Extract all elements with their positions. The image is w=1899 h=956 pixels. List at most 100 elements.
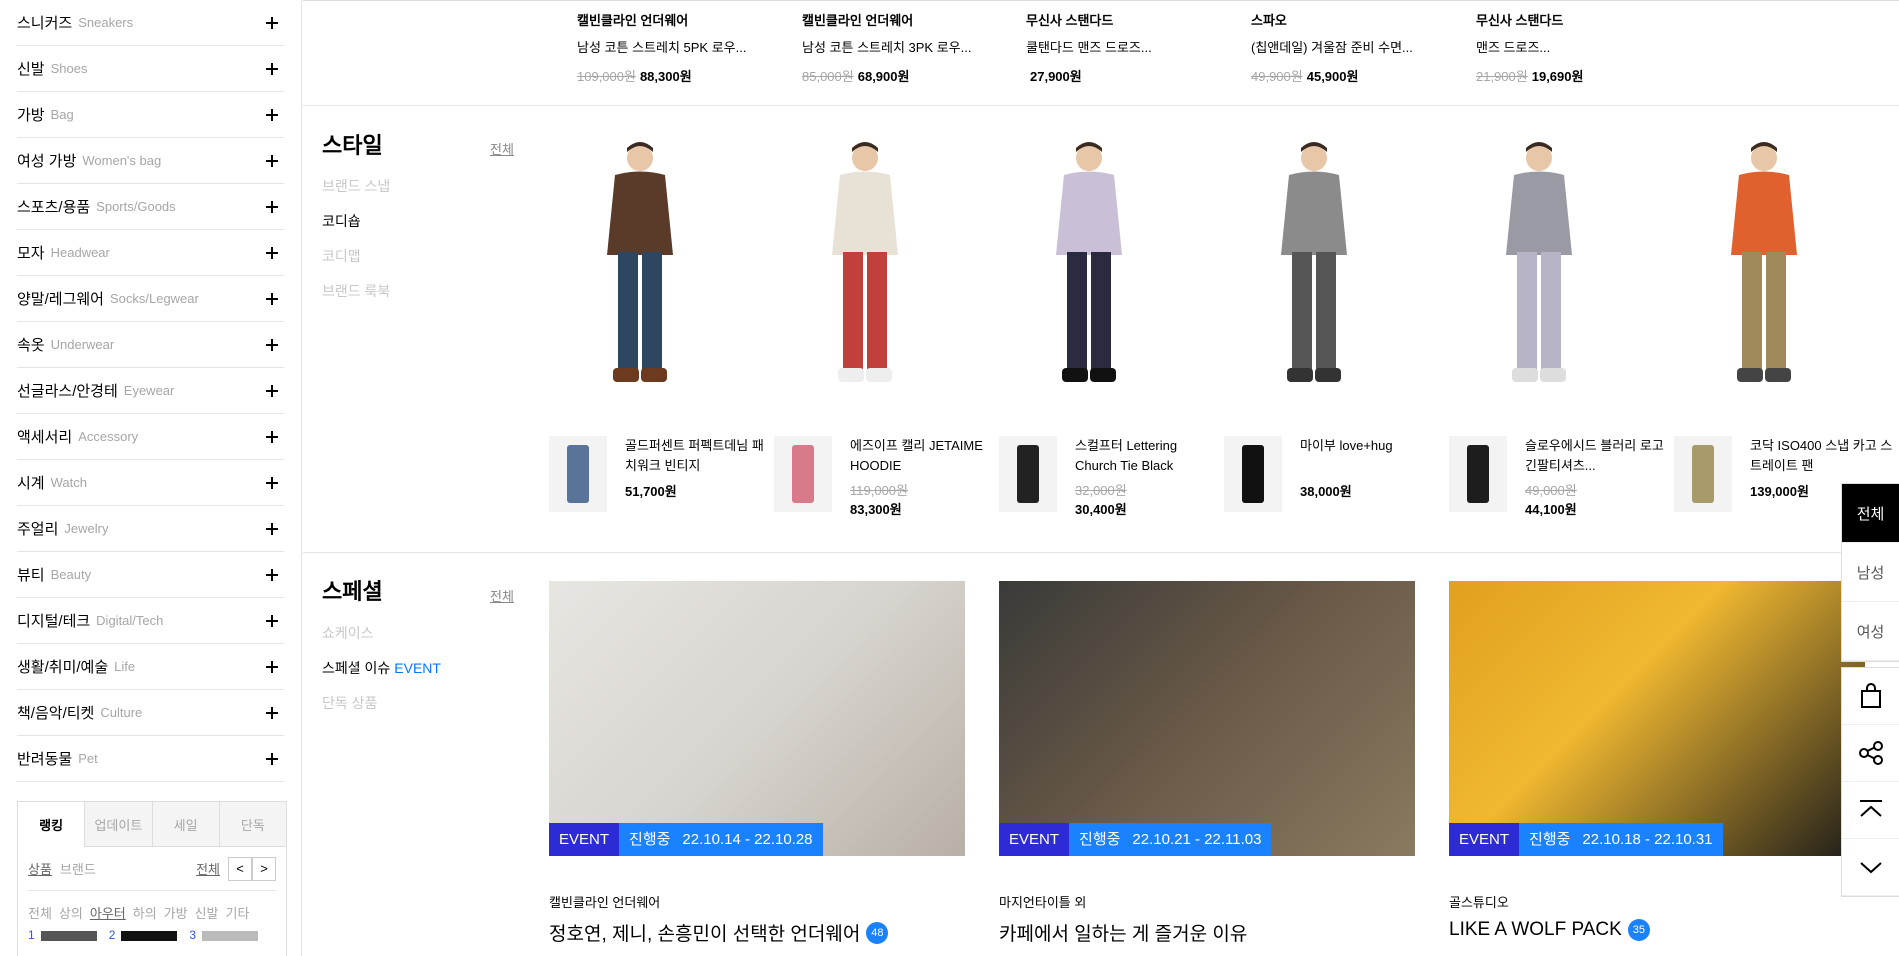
top-product-card[interactable]: 캘빈클라인 언더웨어 남성 코튼 스트레치 5PK 로우... 109,000원 88… <box>577 10 777 85</box>
rank-filter[interactable]: 상의 <box>59 903 83 922</box>
rank-all-link[interactable]: 전체 <box>196 859 220 878</box>
main-content: 캘빈클라인 언더웨어 남성 코튼 스트레치 5PK 로우... 109,000원 88… <box>303 0 1899 956</box>
product-brand: 캘빈클라인 언더웨어 <box>577 13 689 28</box>
rank-next-button[interactable]: > <box>252 856 276 881</box>
category-item[interactable]: 스포츠/용품 Sports/Goods <box>17 184 284 230</box>
style-menu-codishop[interactable]: 코디숍 <box>322 211 390 246</box>
style-menu-lookbook[interactable]: 브랜드 룩북 <box>322 281 390 316</box>
special-menu-issue[interactable]: 스페셜 이슈 EVENT <box>322 658 441 693</box>
rank-filter[interactable]: 가방 <box>164 903 188 922</box>
category-item[interactable]: 디지털/테크 Digital/Tech <box>17 598 284 644</box>
category-item[interactable]: 모자 Headwear <box>17 230 284 276</box>
product-name: 남성 코튼 스트레치 3PK 로우... <box>802 40 972 55</box>
category-name-en: Shoes <box>50 61 88 76</box>
expand-plus-icon[interactable] <box>266 292 278 305</box>
expand-plus-icon[interactable] <box>266 62 278 75</box>
category-item[interactable]: 액세서리 Accessory <box>17 414 284 460</box>
gender-female-button[interactable]: 여성 <box>1842 602 1899 661</box>
category-name-en: Sports/Goods <box>96 199 176 214</box>
category-name: 모자 <box>17 245 45 262</box>
special-event-card[interactable]: EVENT 진행중 22.10.21 - 22.11.03 마지언타이틀 외 카페에서 … <box>999 581 1415 946</box>
category-item[interactable]: 주얼리 Jewelry <box>17 506 284 552</box>
expand-plus-icon[interactable] <box>266 522 278 535</box>
category-item[interactable]: 책/음악/티켓 Culture <box>17 690 284 736</box>
cart-icon[interactable] <box>1842 668 1899 725</box>
category-item[interactable]: 양말/레그웨어 Socks/Legwear <box>17 276 284 322</box>
style-product-card[interactable]: 에즈이프 캘리 JETAIME HOODIE 119,000원 83,300원 <box>774 436 994 520</box>
expand-plus-icon[interactable] <box>266 16 278 29</box>
expand-plus-icon[interactable] <box>266 476 278 489</box>
expand-plus-icon[interactable] <box>266 108 278 121</box>
category-item[interactable]: 스니커즈 Sneakers <box>17 0 284 46</box>
product-thumbnail <box>999 436 1057 512</box>
style-model-image[interactable] <box>1259 140 1369 400</box>
expand-plus-icon[interactable] <box>266 568 278 581</box>
rank-filter[interactable]: 하의 <box>133 903 157 922</box>
tab-exclusive[interactable]: 단독 <box>218 802 286 847</box>
special-menu-showcase[interactable]: 쇼케이스 <box>322 623 441 658</box>
style-menu-brand-snap[interactable]: 브랜드 스냅 <box>322 176 390 211</box>
expand-plus-icon[interactable] <box>266 200 278 213</box>
gender-male-button[interactable]: 남성 <box>1842 543 1899 602</box>
special-all-link[interactable]: 전체 <box>490 586 514 605</box>
category-item[interactable]: 가방 Bag <box>17 92 284 138</box>
top-product-card[interactable]: 무신사 스탠다드 맨즈 드로즈... 21,900원 19,690원 <box>1476 10 1676 85</box>
rank-item[interactable]: 3 <box>189 928 259 942</box>
product-name: 쿨탠다드 맨즈 드로즈... <box>1026 40 1152 55</box>
category-item[interactable]: 반려동물 Pet <box>17 736 284 782</box>
tab-update[interactable]: 업데이트 <box>84 802 152 847</box>
rank-item[interactable]: 2 <box>109 928 178 942</box>
category-item[interactable]: 생활/취미/예술 Life <box>17 644 284 690</box>
product-name: 남성 코튼 스트레치 5PK 로우... <box>577 40 747 55</box>
tab-ranking[interactable]: 랭킹 <box>18 802 85 847</box>
rank-filter[interactable]: 기타 <box>226 903 250 922</box>
category-item[interactable]: 뷰티 Beauty <box>17 552 284 598</box>
style-product-card[interactable]: 골드퍼센트 퍼펙트데님 패치워크 빈티지 51,700원 <box>549 436 769 512</box>
special-event-card[interactable]: EVENT 진행중 22.10.14 - 22.10.28 캘빈클라인 언더웨어 정호연… <box>549 581 965 946</box>
rank-item[interactable]: 1 <box>28 928 97 942</box>
expand-plus-icon[interactable] <box>266 752 278 765</box>
expand-plus-icon[interactable] <box>266 660 278 673</box>
expand-plus-icon[interactable] <box>266 706 278 719</box>
scroll-top-icon[interactable] <box>1842 782 1899 839</box>
share-icon[interactable] <box>1842 725 1899 782</box>
gender-all-button[interactable]: 전체 <box>1842 484 1899 543</box>
category-item[interactable]: 선글라스/안경테 Eyewear <box>17 368 284 414</box>
style-model-image[interactable] <box>585 140 695 400</box>
rank-prev-button[interactable]: < <box>228 856 252 881</box>
top-product-card[interactable]: 스파오 (칩앤데일) 겨울잠 준비 수면... 49,900원 45,900원 <box>1251 10 1451 85</box>
category-item[interactable]: 여성 가방 Women's bag <box>17 138 284 184</box>
top-product-card[interactable]: 무신사 스탠다드 쿨탠다드 맨즈 드로즈... 27,900원 <box>1026 10 1226 85</box>
expand-plus-icon[interactable] <box>266 430 278 443</box>
style-model-image[interactable] <box>810 140 920 400</box>
style-model-image[interactable] <box>1034 140 1144 400</box>
special-event-card[interactable]: EVENT 진행중 22.10.18 - 22.10.31 골스튜디오 LIKE A W… <box>1449 581 1865 941</box>
rank-product-toggle[interactable]: 상품 <box>28 859 52 878</box>
top-product-card[interactable]: 캘빈클라인 언더웨어 남성 코튼 스트레치 3PK 로우... 85,000원 68,… <box>802 10 1002 85</box>
category-item[interactable]: 신발 Shoes <box>17 46 284 92</box>
event-badge: EVENT 진행중 22.10.18 - 22.10.31 <box>1449 823 1723 856</box>
style-product-card[interactable]: 슬로우에시드 블러리 로고 긴팔티셔츠... 49,000원 44,100원 <box>1449 436 1669 520</box>
style-product-card[interactable]: 스컬프터 Lettering Church Tie Black 32,000원 30… <box>999 436 1219 520</box>
sale-price: 51,700원 <box>625 484 677 499</box>
category-item[interactable]: 시계 Watch <box>17 460 284 506</box>
special-menu-exclusive[interactable]: 단독 상품 <box>322 693 441 728</box>
expand-plus-icon[interactable] <box>266 246 278 259</box>
expand-plus-icon[interactable] <box>266 614 278 627</box>
rank-filter[interactable]: 아우터 <box>90 903 126 922</box>
style-model-image[interactable] <box>1709 140 1819 400</box>
style-menu-codimap[interactable]: 코디맵 <box>322 246 390 281</box>
rank-brand-toggle[interactable]: 브랜드 <box>60 859 96 878</box>
expand-plus-icon[interactable] <box>266 154 278 167</box>
scroll-down-icon[interactable] <box>1842 839 1899 896</box>
category-item[interactable]: 속옷 Underwear <box>17 322 284 368</box>
expand-plus-icon[interactable] <box>266 384 278 397</box>
tab-sale[interactable]: 세일 <box>151 802 219 847</box>
style-all-link[interactable]: 전체 <box>490 139 514 158</box>
rank-filter[interactable]: 신발 <box>195 903 219 922</box>
expand-plus-icon[interactable] <box>266 338 278 351</box>
style-product-card[interactable]: 마이부 love+hug 38,000원 <box>1224 436 1444 512</box>
rank-filter[interactable]: 전체 <box>28 903 52 922</box>
category-name: 가방 <box>17 107 45 124</box>
style-model-image[interactable] <box>1484 140 1594 400</box>
